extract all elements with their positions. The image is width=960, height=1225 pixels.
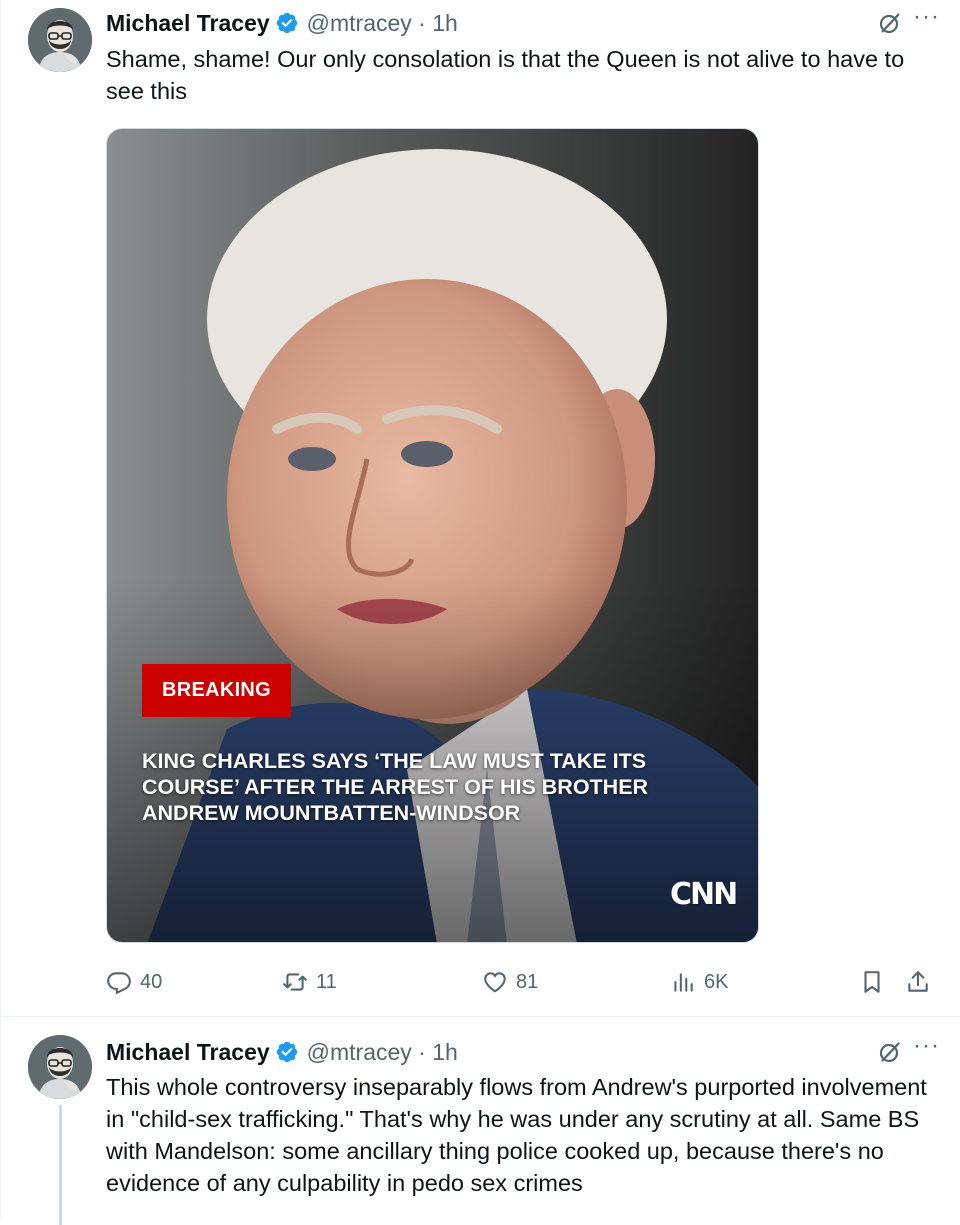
avatar-image: [28, 8, 92, 72]
media-headline: KING CHARLES SAYS ‘THE LAW MUST TAKE ITS…: [142, 749, 649, 825]
reply-count: 40: [140, 970, 163, 993]
verified-badge-icon: [276, 1041, 297, 1063]
tweet[interactable]: Michael Tracey @mtracey · 1h ··· Shame, …: [0, 0, 960, 1017]
views-icon: [674, 973, 693, 992]
tweet-text: Shame, shame! Our only consolation is th…: [106, 46, 905, 104]
tweet-media[interactable]: BREAKING KING CHARLES SAYS ‘THE LAW MUST…: [106, 128, 759, 943]
avatar[interactable]: [28, 8, 92, 72]
repost-button[interactable]: 11: [282, 965, 337, 999]
repost-count: 11: [316, 970, 337, 993]
views-button[interactable]: 6K: [670, 965, 728, 999]
tweet-header: Michael Tracey @mtracey · 1h ···: [106, 5, 940, 38]
author-handle-time[interactable]: @mtracey · 1h: [307, 1039, 458, 1066]
tweet-header: Michael Tracey @mtracey · 1h ···: [106, 1034, 940, 1067]
breaking-badge: BREAKING: [142, 664, 291, 717]
reply-button[interactable]: 40: [106, 965, 162, 999]
like-count: 81: [516, 970, 539, 993]
view-count: 6K: [704, 970, 729, 993]
author-name[interactable]: Michael Tracey: [106, 10, 270, 37]
divider: [0, 0, 1, 1016]
cnn-logo: CNN: [670, 877, 738, 912]
more-icon[interactable]: ···: [913, 1034, 940, 1058]
grok-icon[interactable]: [877, 1039, 903, 1065]
more-icon[interactable]: ···: [913, 5, 940, 29]
avatar-image: [28, 1035, 92, 1099]
repost-icon: [283, 973, 307, 991]
heart-icon: [484, 972, 506, 993]
avatar[interactable]: [28, 1035, 92, 1099]
thread-line: [59, 1105, 62, 1225]
action-bar: 40 11 81 6K: [106, 965, 936, 999]
share-button[interactable]: [905, 965, 931, 999]
bookmark-icon: [864, 971, 880, 993]
reply-icon: [107, 972, 131, 995]
author-handle-time[interactable]: @mtracey · 1h: [307, 10, 458, 37]
verified-badge-icon: [276, 12, 297, 34]
bookmark-button[interactable]: [859, 965, 885, 999]
tweet[interactable]: Michael Tracey @mtracey · 1h ··· This wh…: [0, 1017, 960, 1225]
divider: [0, 1017, 1, 1220]
tweet-text: This whole controversy inseparably flows…: [106, 1074, 927, 1196]
grok-icon[interactable]: [877, 10, 903, 36]
like-button[interactable]: 81: [482, 965, 538, 999]
author-name[interactable]: Michael Tracey: [106, 1039, 270, 1066]
share-icon: [908, 971, 928, 992]
